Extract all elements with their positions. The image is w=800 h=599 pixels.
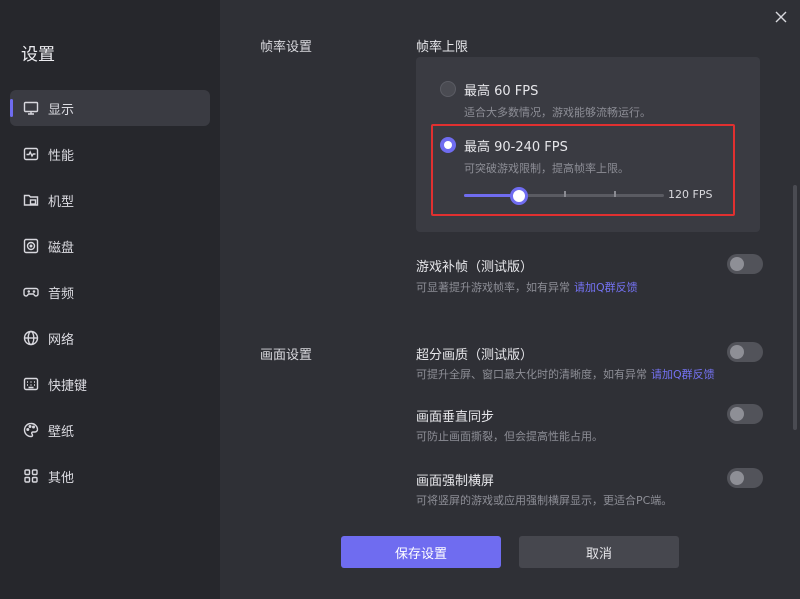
sidebar-item-label: 快捷键 bbox=[48, 378, 88, 394]
feedback-link[interactable]: 请加Q群反馈 bbox=[574, 281, 638, 294]
superres-desc-text: 可提升全屏、窗口最大化时的清晰度，如有异常 bbox=[416, 368, 647, 381]
fps-slider[interactable] bbox=[464, 187, 664, 205]
feedback-link[interactable]: 请加Q群反馈 bbox=[651, 368, 715, 381]
sidebar-item-performance[interactable]: 性能 bbox=[10, 136, 210, 172]
globe-icon bbox=[22, 329, 40, 347]
fps-high-title[interactable]: 最高 90-240 FPS bbox=[464, 136, 568, 155]
frame-interp-toggle[interactable] bbox=[727, 254, 763, 274]
force-landscape-desc: 可将竖屏的游戏或应用强制横屏显示，更适合PC端。 bbox=[416, 494, 673, 507]
force-landscape-title: 画面强制横屏 bbox=[416, 474, 495, 489]
framerate-limit-label: 帧率上限 bbox=[416, 40, 469, 55]
fps-high-radio[interactable] bbox=[440, 137, 456, 153]
vsync-title: 画面垂直同步 bbox=[416, 410, 495, 425]
folder-icon bbox=[22, 191, 40, 209]
frame-interp-desc: 可显著提升游戏帧率，如有异常 请加Q群反馈 bbox=[416, 279, 638, 295]
cancel-button[interactable]: 取消 bbox=[519, 536, 679, 568]
scrollbar[interactable] bbox=[793, 185, 797, 430]
fps-slider-tick bbox=[614, 191, 616, 197]
grid-icon bbox=[22, 467, 40, 485]
keyboard-icon bbox=[22, 375, 40, 393]
fps-slider-thumb[interactable] bbox=[510, 187, 528, 205]
sidebar-item-label: 其他 bbox=[48, 470, 75, 486]
sidebar-item-label: 磁盘 bbox=[48, 240, 75, 256]
close-icon bbox=[775, 11, 787, 23]
save-button[interactable]: 保存设置 bbox=[341, 536, 501, 568]
fps-60-radio[interactable] bbox=[440, 81, 456, 97]
sidebar-item-audio[interactable]: 音频 bbox=[10, 274, 210, 310]
sidebar-item-device-model[interactable]: 机型 bbox=[10, 182, 210, 218]
close-button[interactable] bbox=[772, 8, 790, 26]
frame-interp-desc-text: 可显著提升游戏帧率，如有异常 bbox=[416, 281, 570, 294]
sidebar-nav: 显示 性能 机型 磁盘 音频 网络 快捷键 壁纸 其他 bbox=[10, 90, 210, 504]
vsync-desc: 可防止画面撕裂，但会提高性能占用。 bbox=[416, 430, 603, 443]
sidebar: 设置 显示 性能 机型 磁盘 音频 网络 快捷键 壁纸 其他 bbox=[0, 0, 220, 599]
sidebar-item-label: 音频 bbox=[48, 286, 75, 302]
framerate-section-label: 帧率设置 bbox=[260, 40, 313, 55]
sidebar-item-display[interactable]: 显示 bbox=[10, 90, 210, 126]
sidebar-title: 设置 bbox=[21, 45, 55, 65]
force-landscape-toggle[interactable] bbox=[727, 468, 763, 488]
sidebar-item-hotkeys[interactable]: 快捷键 bbox=[10, 366, 210, 402]
display-section-label: 画面设置 bbox=[260, 348, 313, 363]
frame-interp-title: 游戏补帧（测试版） bbox=[416, 260, 534, 275]
fps-60-desc: 适合大多数情况，游戏能够流畅运行。 bbox=[464, 106, 651, 119]
fps-slider-value: 120 FPS bbox=[668, 188, 713, 201]
superres-title: 超分画质（测试版） bbox=[416, 348, 534, 363]
sidebar-item-label: 显示 bbox=[48, 102, 75, 118]
palette-icon bbox=[22, 421, 40, 439]
sidebar-item-other[interactable]: 其他 bbox=[10, 458, 210, 494]
sidebar-item-label: 网络 bbox=[48, 332, 75, 348]
fps-slider-tick bbox=[564, 191, 566, 197]
monitor-icon bbox=[22, 99, 40, 117]
superres-desc: 可提升全屏、窗口最大化时的清晰度，如有异常 请加Q群反馈 bbox=[416, 366, 715, 382]
disk-icon bbox=[22, 237, 40, 255]
pulse-icon bbox=[22, 145, 40, 163]
sidebar-item-label: 壁纸 bbox=[48, 424, 75, 440]
sidebar-item-disk[interactable]: 磁盘 bbox=[10, 228, 210, 264]
gamepad-icon bbox=[22, 283, 40, 301]
vsync-toggle[interactable] bbox=[727, 404, 763, 424]
sidebar-item-label: 机型 bbox=[48, 194, 75, 210]
sidebar-item-network[interactable]: 网络 bbox=[10, 320, 210, 356]
superres-toggle[interactable] bbox=[727, 342, 763, 362]
fps-high-desc: 可突破游戏限制，提高帧率上限。 bbox=[464, 162, 629, 175]
sidebar-item-wallpaper[interactable]: 壁纸 bbox=[10, 412, 210, 448]
sidebar-item-label: 性能 bbox=[48, 148, 75, 164]
fps-60-title[interactable]: 最高 60 FPS bbox=[464, 80, 538, 99]
